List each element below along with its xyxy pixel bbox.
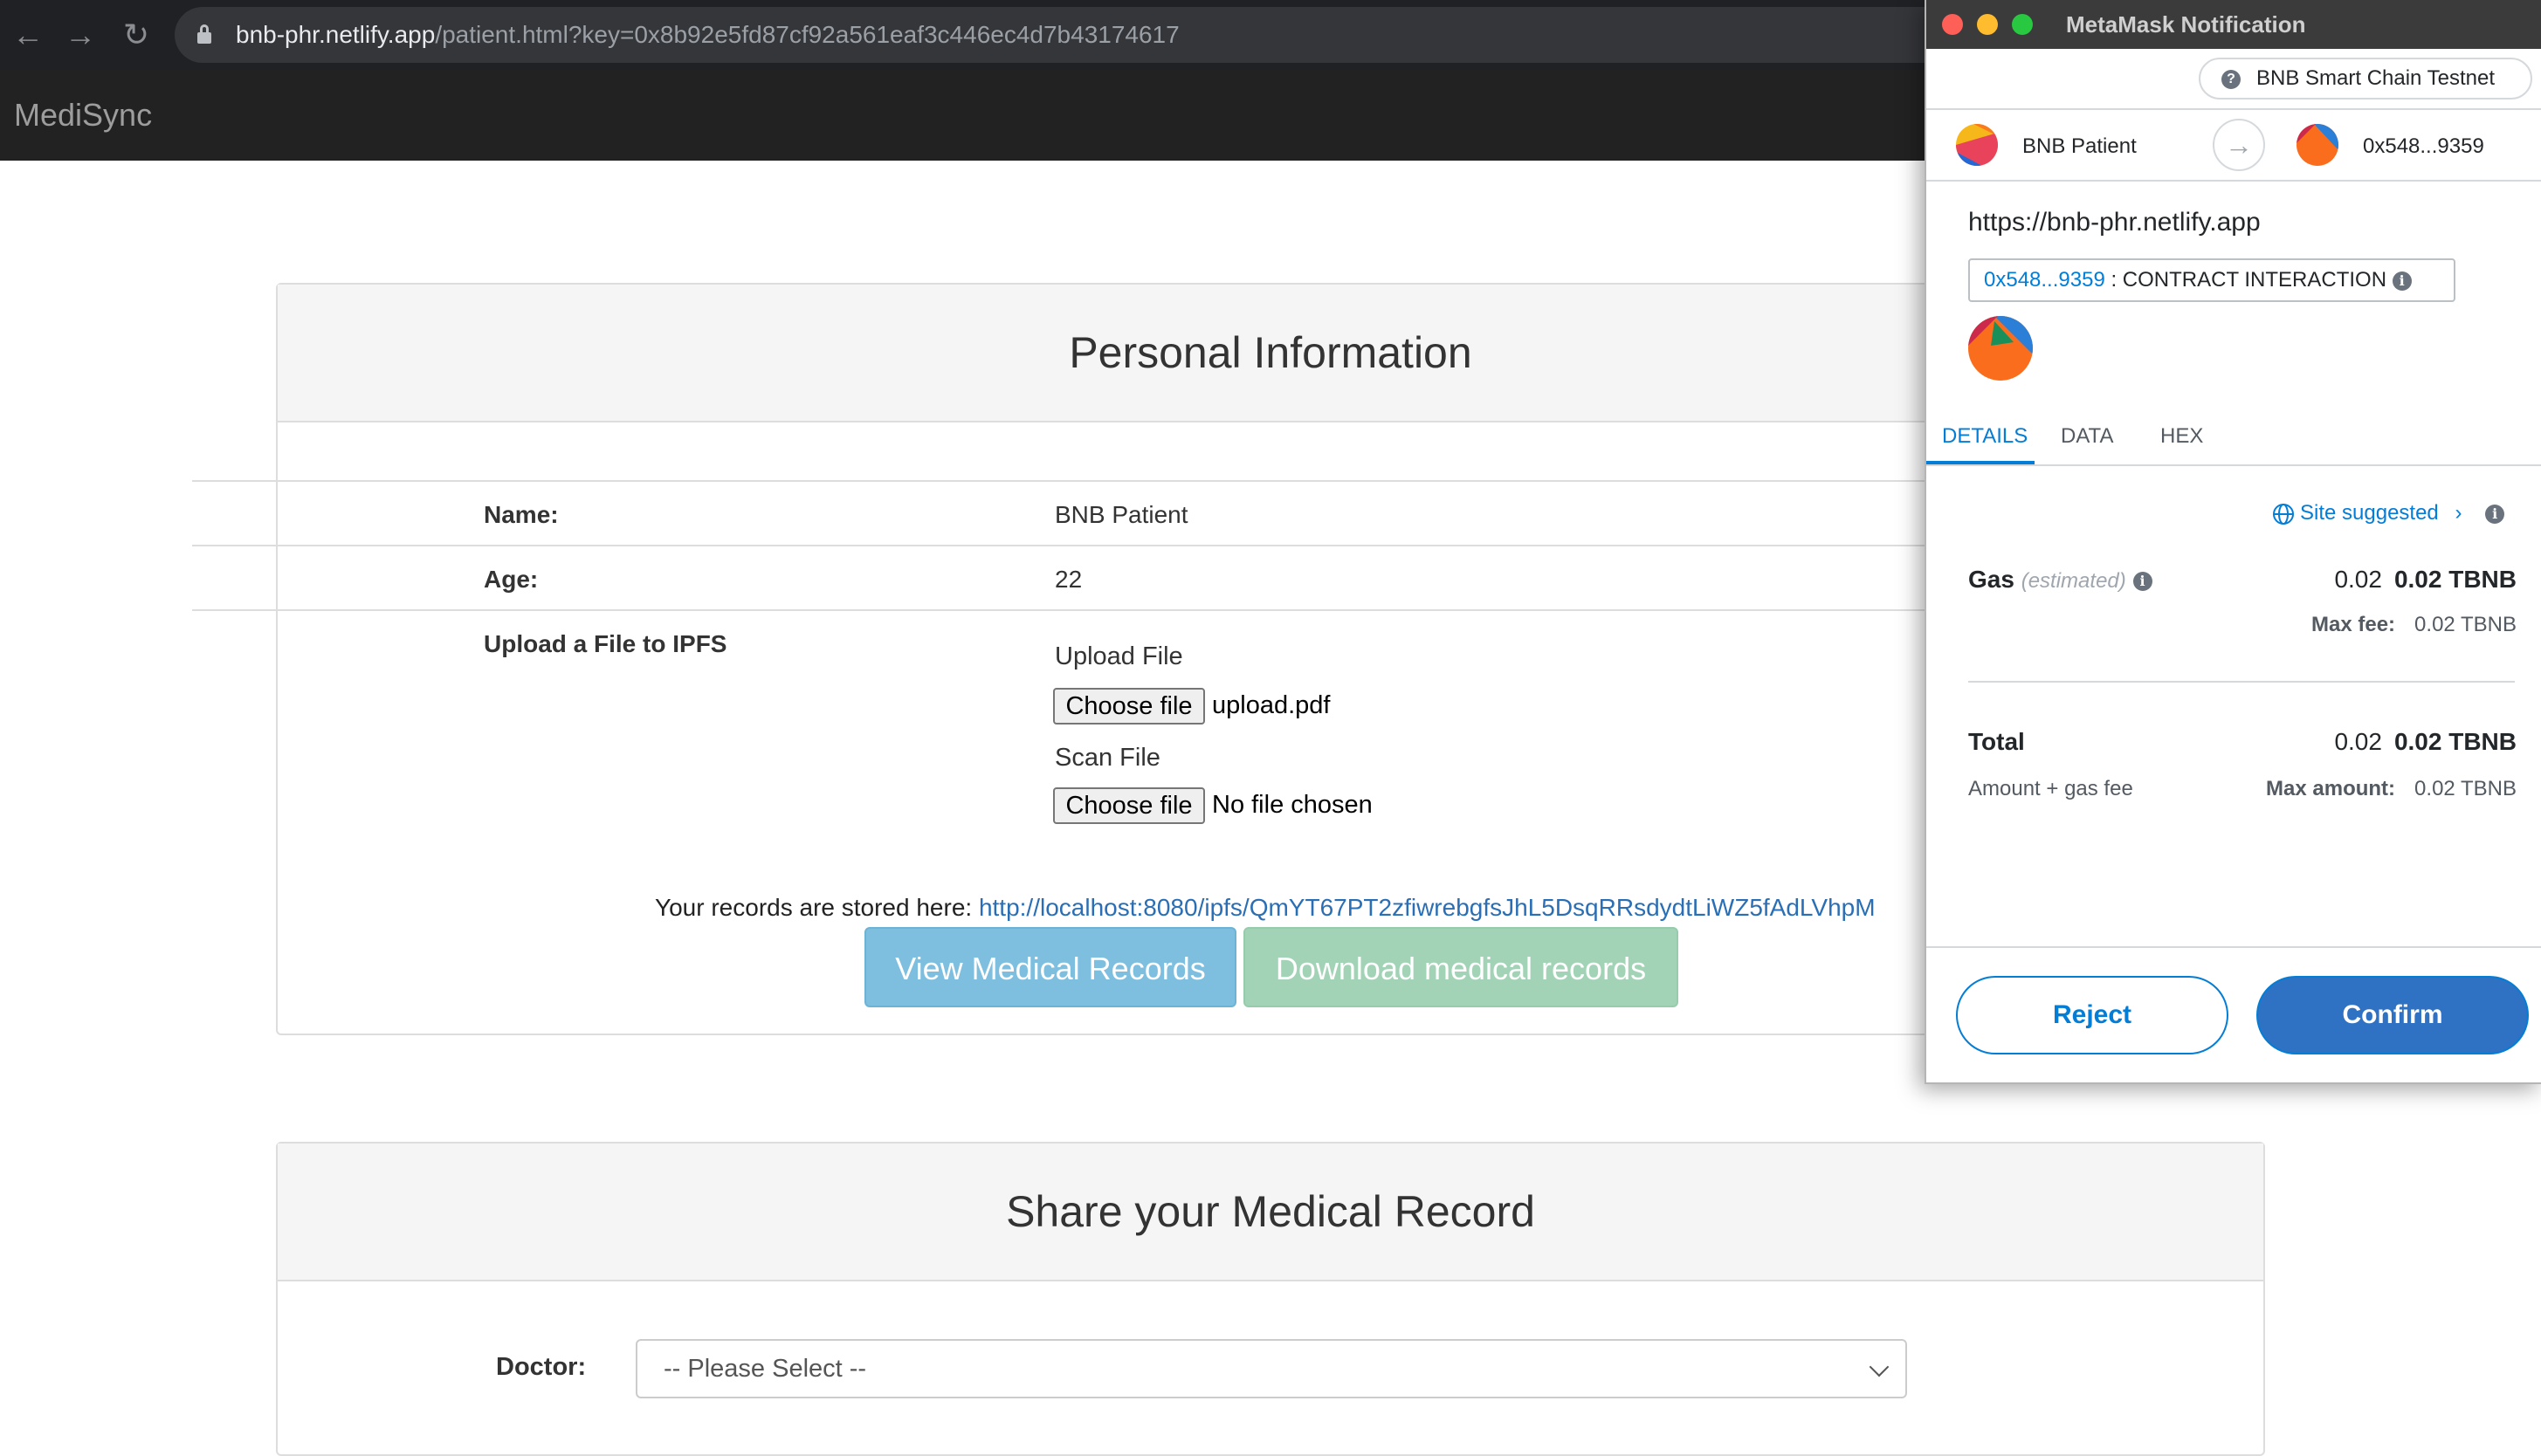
- records-location: Your records are stored here: http://loc…: [655, 894, 1876, 922]
- table-row: [192, 480, 1938, 482]
- max-fee-row: Max fee: 0.02 TBNB: [2311, 613, 2517, 637]
- panel-title: Share your Medical Record: [278, 1144, 2263, 1281]
- gas-amount-plain: 0.02: [2334, 566, 2382, 593]
- footer-divider: [1926, 946, 2541, 948]
- records-link[interactable]: http://localhost:8080/ipfs/QmYT67PT2zfiw…: [979, 894, 1876, 921]
- upload-file-heading: Upload File: [1055, 642, 1183, 670]
- scan-file-heading: Scan File: [1055, 744, 1160, 772]
- window-titlebar: MetaMask Notification: [1926, 0, 2541, 49]
- scan-file-button[interactable]: Choose file: [1053, 787, 1205, 824]
- upload-ipfs-label: Upload a File to IPFS: [484, 630, 727, 657]
- age-label: Age:: [484, 566, 539, 593]
- table-row: [192, 545, 1938, 546]
- back-arrow-icon[interactable]: ←: [9, 16, 47, 54]
- name-label: Name:: [484, 501, 559, 528]
- network-name: BNB Smart Chain Testnet: [2256, 66, 2496, 90]
- site-suggested-link[interactable]: Site suggested › i: [2272, 501, 2505, 525]
- tab-hex[interactable]: HEX: [2160, 414, 2203, 459]
- gas-label-row: Gas (estimated) i: [1968, 566, 2152, 594]
- table-row: [192, 609, 1938, 611]
- gas-amount-bold: 0.02 TBNB: [2393, 566, 2517, 593]
- max-fee-label: Max fee:: [2311, 613, 2396, 636]
- reject-button[interactable]: Reject: [1956, 976, 2228, 1054]
- site-suggested-label: Site suggested: [2300, 501, 2439, 525]
- lock-icon[interactable]: [197, 24, 211, 44]
- globe-icon: [2273, 503, 2294, 525]
- from-account-avatar: [1956, 124, 1998, 166]
- upload-file-button[interactable]: Choose file: [1053, 688, 1205, 725]
- to-account-avatar: [2297, 124, 2338, 166]
- active-tab-indicator: [1926, 461, 2035, 464]
- network-indicator[interactable]: ? BNB Smart Chain Testnet: [2199, 58, 2532, 100]
- share-record-panel: Share your Medical Record: [276, 1142, 2265, 1456]
- url-path: /patient.html?key=0x8b92e5fd87cf92a561ea…: [435, 21, 1180, 48]
- contract-avatar: [1968, 316, 2033, 381]
- help-icon: ?: [2221, 70, 2241, 89]
- tab-details[interactable]: DETAILS: [1942, 414, 2028, 459]
- total-amount-bold: 0.02 TBNB: [2393, 728, 2517, 755]
- brand-logo[interactable]: MediSync: [14, 70, 152, 161]
- chevron-down-icon: [1869, 1356, 1890, 1377]
- info-icon[interactable]: i: [2392, 271, 2412, 291]
- total-amount: 0.02 0.02 TBNB: [2334, 728, 2517, 756]
- doctor-label: Doctor:: [496, 1353, 587, 1381]
- window-title: MetaMask Notification: [2066, 11, 2306, 38]
- gas-estimated-label: (estimated): [2021, 569, 2126, 593]
- max-amount-value: 0.02 TBNB: [2414, 777, 2517, 800]
- gas-amount: 0.02 0.02 TBNB: [2334, 566, 2517, 594]
- age-value: 22: [1055, 566, 1083, 593]
- gas-label: Gas: [1968, 566, 2014, 593]
- site-origin: https://bnb-phr.netlify.app: [1968, 208, 2261, 237]
- confirm-button[interactable]: Confirm: [2256, 976, 2529, 1054]
- account-transfer-row: BNB Patient → 0x548...9359: [1926, 108, 2541, 182]
- info-icon[interactable]: i: [2485, 504, 2505, 524]
- doctor-selected-value: -- Please Select --: [664, 1355, 867, 1383]
- from-account-name: BNB Patient: [2022, 134, 2137, 158]
- name-value: BNB Patient: [1055, 501, 1188, 528]
- details-tab-bar: DETAILS DATA HEX: [1926, 414, 2541, 466]
- tab-data[interactable]: DATA: [2061, 414, 2113, 459]
- info-icon[interactable]: i: [2132, 571, 2152, 591]
- arrow-right-icon: →: [2213, 119, 2265, 171]
- reload-icon[interactable]: ↻: [117, 16, 155, 54]
- upload-file-name: upload.pdf: [1212, 691, 1331, 719]
- records-prefix: Your records are stored here:: [655, 894, 973, 921]
- divider: [1968, 681, 2515, 683]
- scan-file-name: No file chosen: [1212, 791, 1373, 819]
- download-medical-records-button[interactable]: Download medical records: [1243, 927, 1678, 1007]
- total-label: Total: [1968, 728, 2025, 755]
- metamask-notification-window: MetaMask Notification ? BNB Smart Chain …: [1925, 0, 2541, 1084]
- total-amount-plain: 0.02: [2334, 728, 2382, 755]
- to-account-address: 0x548...9359: [2363, 134, 2484, 158]
- contract-interaction-label: : CONTRACT INTERACTION: [2111, 268, 2387, 292]
- contract-address[interactable]: 0x548...9359: [1984, 268, 2105, 292]
- max-amount-label: Max amount:: [2266, 777, 2396, 800]
- url-text[interactable]: bnb-phr.netlify.app/patient.html?key=0x8…: [236, 7, 1180, 63]
- url-host: bnb-phr.netlify.app: [236, 21, 436, 48]
- max-amount-row: Max amount: 0.02 TBNB: [2266, 777, 2517, 801]
- max-fee-value: 0.02 TBNB: [2414, 613, 2517, 636]
- doctor-select[interactable]: -- Please Select --: [636, 1339, 1907, 1398]
- forward-arrow-icon[interactable]: →: [61, 16, 100, 54]
- total-subtitle: Amount + gas fee: [1968, 777, 2133, 800]
- chevron-right-icon: ›: [2455, 501, 2462, 525]
- contract-interaction-badge: 0x548...9359 : CONTRACT INTERACTION i: [1968, 258, 2455, 302]
- view-medical-records-button[interactable]: View Medical Records: [864, 927, 1236, 1007]
